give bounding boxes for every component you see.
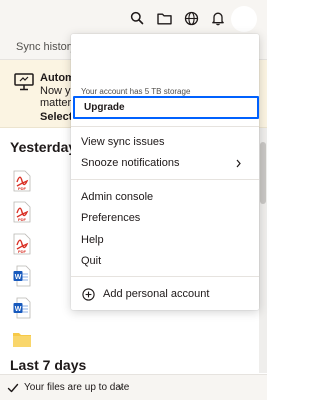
group-title-last-7-days: Last 7 days: [10, 357, 87, 373]
menu-item-admin-console[interactable]: Admin console: [81, 191, 153, 203]
status-bar[interactable]: Your files are up to date: [0, 374, 267, 400]
add-circle-icon: [82, 288, 95, 301]
svg-text:W: W: [15, 306, 22, 313]
menu-item-view-sync-issues[interactable]: View sync issues: [81, 136, 165, 148]
menu-item-snooze-notifications[interactable]: Snooze notifications: [81, 157, 179, 169]
pdf-icon[interactable]: PDF: [13, 201, 31, 223]
scrollbar[interactable]: [259, 128, 267, 373]
upgrade-label: Upgrade: [84, 102, 125, 113]
banner-text-line: matter: [40, 97, 72, 109]
menu-divider: [71, 276, 259, 277]
chevron-down-icon[interactable]: [117, 384, 124, 391]
section-title: Sync history: [16, 41, 76, 53]
bell-icon[interactable]: [208, 8, 228, 28]
menu-item-help[interactable]: Help: [81, 234, 104, 246]
top-bar: [0, 0, 267, 36]
monitor-icon: [14, 73, 34, 91]
avatar[interactable]: [231, 6, 257, 32]
svg-text:W: W: [15, 274, 22, 281]
search-icon[interactable]: [127, 8, 147, 28]
word-doc-icon[interactable]: W: [13, 297, 31, 319]
menu-item-quit[interactable]: Quit: [81, 255, 101, 267]
chevron-right-icon[interactable]: [235, 159, 242, 168]
svg-text:PDF: PDF: [18, 217, 27, 222]
check-icon: [7, 383, 19, 393]
svg-text:PDF: PDF: [18, 249, 27, 254]
pdf-icon[interactable]: PDF: [13, 233, 31, 255]
upgrade-button[interactable]: Upgrade: [73, 96, 259, 119]
pdf-icon[interactable]: PDF: [13, 170, 31, 192]
account-menu: Your account has 5 TB storage Upgrade Vi…: [71, 34, 259, 310]
scrollbar-thumb[interactable]: [260, 142, 266, 204]
group-title-yesterday: Yesterday: [10, 139, 77, 155]
globe-icon[interactable]: [181, 8, 201, 28]
svg-text:PDF: PDF: [18, 186, 27, 191]
folder-icon[interactable]: [12, 330, 32, 348]
menu-divider: [71, 126, 259, 127]
word-doc-icon[interactable]: W: [13, 265, 31, 287]
menu-item-add-personal-account[interactable]: Add personal account: [103, 288, 209, 300]
menu-item-preferences[interactable]: Preferences: [81, 212, 140, 224]
status-text: Your files are up to date: [24, 382, 130, 393]
menu-divider: [71, 179, 259, 180]
folder-icon[interactable]: [154, 8, 174, 28]
storage-info: Your account has 5 TB storage: [81, 87, 191, 96]
